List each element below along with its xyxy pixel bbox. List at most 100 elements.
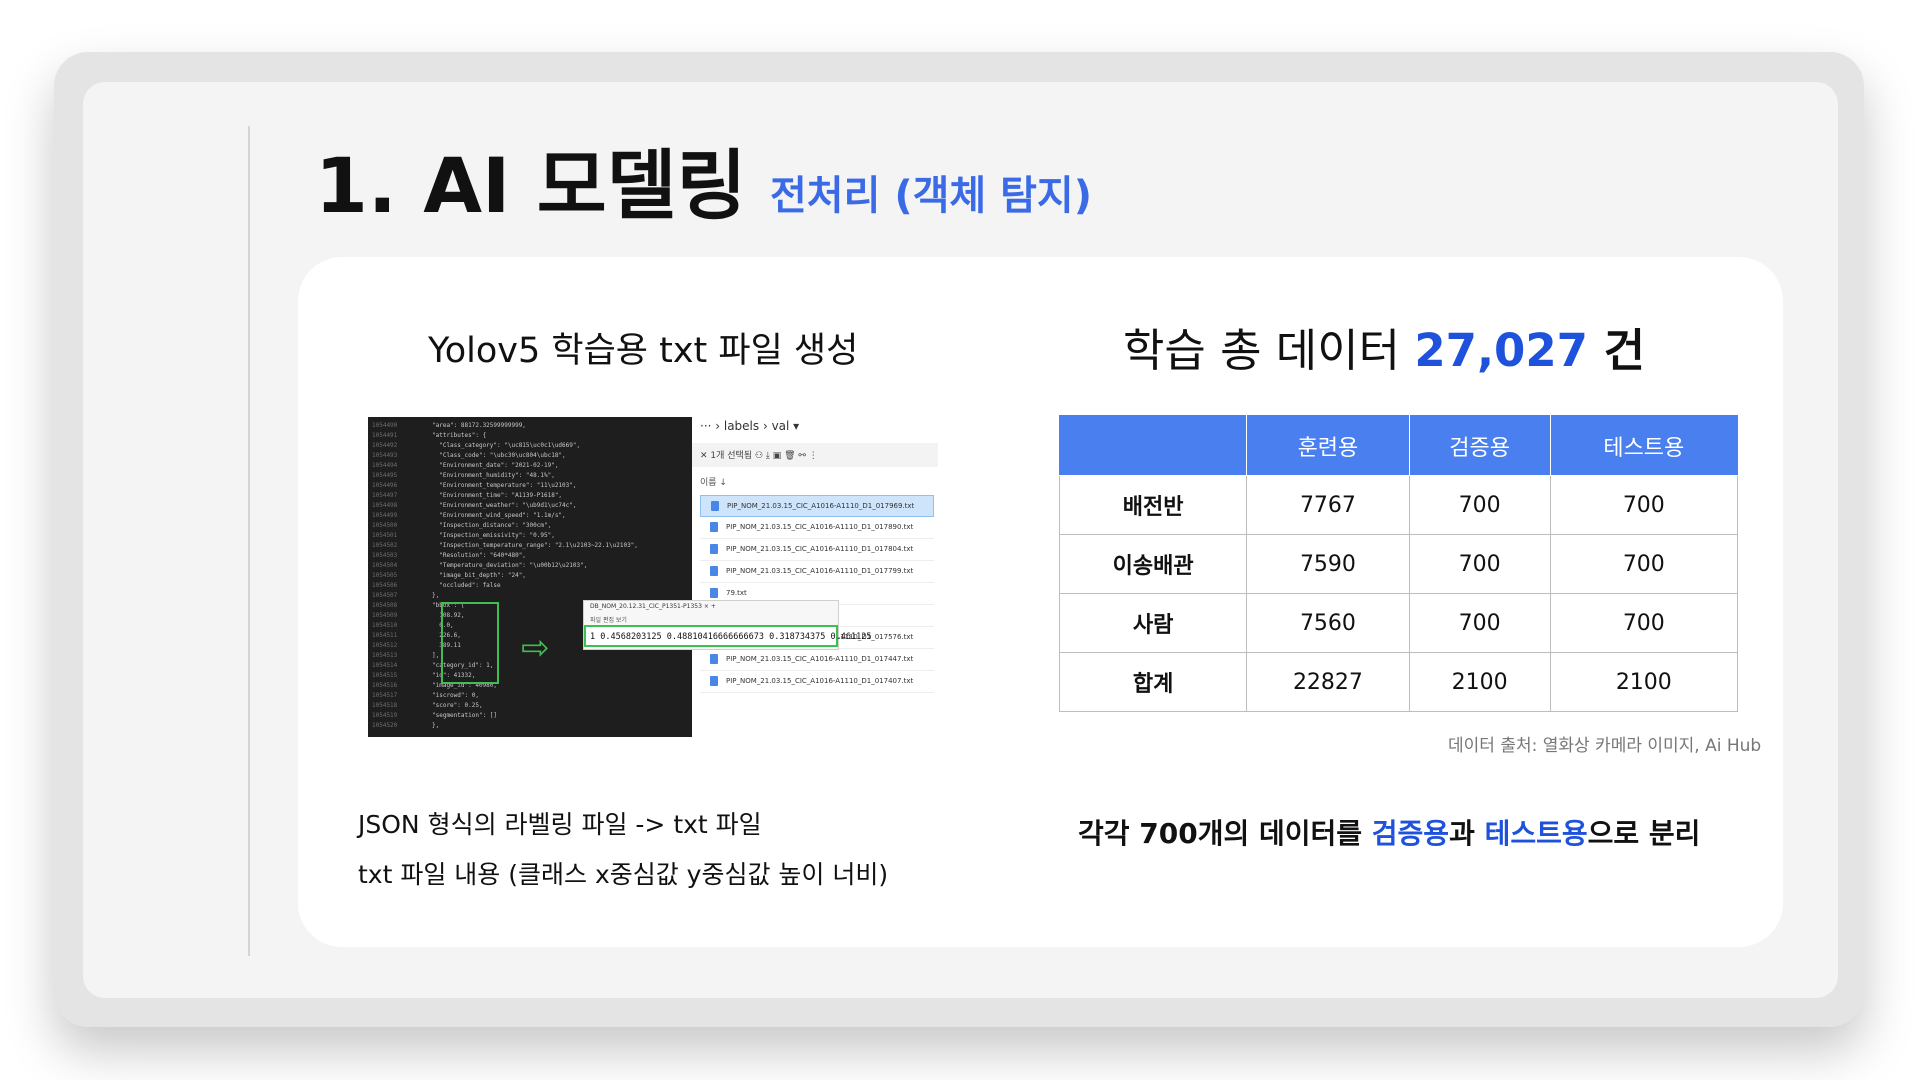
file-list-item[interactable]: PIP_NOM_21.03.15_CIC_A1016-A1110_D1_0179… — [700, 495, 934, 517]
line-number: 1054509 — [372, 612, 398, 619]
code-text: }, — [432, 722, 440, 729]
txt-content: 1 0.4568203125 0.48810416666666673 0.318… — [584, 625, 871, 647]
table-cell: 2100 — [1549, 652, 1739, 712]
table-header-cell: 훈련용 — [1246, 415, 1410, 476]
code-line: 1054492 "Class_category": "\uc815\uc0c1\… — [372, 441, 638, 451]
code-text: "image_bit_depth": "24", — [432, 572, 526, 579]
code-line: 1054496 "Environment_temperature": "11\u… — [372, 481, 638, 491]
label-conversion-screenshot: 1054490 "area": 88172.32599999999, 1054491… — [368, 417, 938, 737]
caption-line-2: txt 파일 내용 (클래스 x중심값 y중심값 높이 너비) — [358, 860, 889, 889]
code-line: 1054494 "Environment_date": "2021-02-19"… — [372, 461, 638, 471]
line-number: 1054510 — [372, 622, 398, 629]
file-list-item[interactable]: PIP_NOM_21.03.15_CIC_A1016-A1110_D1_0174… — [700, 671, 934, 693]
code-text: "Environment_date": "2021-02-19", — [432, 462, 559, 469]
code-line: 1054520}, — [372, 721, 638, 731]
code-line: 1054519 "segmentation": [] — [372, 711, 638, 721]
table-cell: 700 — [1408, 534, 1551, 594]
row-label: 배전반 — [1058, 475, 1248, 535]
row-label: 이송배관 — [1058, 534, 1248, 594]
breadcrumb: ··· › labels › val ▾ — [700, 419, 800, 433]
code-line: 1054497 "Environment_time": "A1139-P1618… — [372, 491, 638, 501]
code-text: "Environment_weather": "\ub9d1\uc74c", — [432, 502, 577, 509]
code-text: "Inspection_temperature_range": "2.1\u21… — [432, 542, 638, 549]
line-number: 1054491 — [372, 432, 398, 439]
divider-line — [248, 126, 250, 956]
caption-text: 각각 700개의 데이터를 — [1078, 817, 1372, 850]
line-number: 1054514 — [372, 662, 398, 669]
line-number: 1054500 — [372, 522, 398, 529]
file-list-item[interactable]: PIP_NOM_21.03.15_CIC_A1016-A1110_D1_0178… — [700, 539, 934, 561]
code-line: 1054499 "Environment_wind_speed": "1.1m/… — [372, 511, 638, 521]
line-number: 1054502 — [372, 542, 398, 549]
code-text: "area": 88172.32599999999, — [432, 422, 526, 429]
code-line: 1054517 "iscrowd": 0, — [372, 691, 638, 701]
line-number: 1054504 — [372, 562, 398, 569]
line-number: 1054513 — [372, 652, 398, 659]
line-number: 1054497 — [372, 492, 398, 499]
code-line: 1054505 "image_bit_depth": "24", — [372, 571, 638, 581]
code-text: "segmentation": [] — [432, 712, 498, 719]
line-number: 1054493 — [372, 452, 398, 459]
line-number: 1054506 — [372, 582, 398, 589]
code-text: "Class_code": "\ubc30\uc804\ubc18", — [432, 452, 566, 459]
total-count: 27,027 — [1414, 324, 1588, 377]
line-number: 1054515 — [372, 672, 398, 679]
table-cell: 700 — [1408, 475, 1551, 535]
line-number: 1054516 — [372, 682, 398, 689]
file-list-item[interactable]: PIP_NOM_21.03.15_CIC_A1016-A1110_D1_0178… — [700, 517, 934, 539]
total-count-unit: 건 — [1587, 324, 1646, 377]
line-number: 1054492 — [372, 442, 398, 449]
line-number: 1054498 — [372, 502, 398, 509]
table-cell: 700 — [1549, 593, 1739, 653]
code-text: "occluded": false — [432, 582, 501, 589]
data-table: 훈련용 검증용 테스트용 배전반 7767 700 700 이송배관 7590 … — [1058, 415, 1739, 712]
row-label: 합계 — [1058, 652, 1248, 712]
code-line: 1054506 "occluded": false — [372, 581, 638, 591]
json-code-lines: 1054490 "area": 88172.32599999999, 1054491… — [372, 421, 638, 731]
code-text: "attributes": { — [432, 432, 487, 439]
line-number: 1054507 — [372, 592, 398, 599]
table-cell: 7560 — [1246, 593, 1410, 653]
table-cell: 7767 — [1246, 475, 1410, 535]
code-line: 1054514 "category_id": 1, — [372, 661, 638, 671]
code-line: 1054516 "image_id": 40980, — [372, 681, 638, 691]
table-header-cell: 검증용 — [1408, 415, 1551, 476]
line-number: 1054499 — [372, 512, 398, 519]
line-number: 1054518 — [372, 702, 398, 709]
line-number: 1054520 — [372, 722, 398, 729]
code-text: "Environment_temperature": "11\u2103", — [432, 482, 577, 489]
file-explorer: ··· › labels › val ▾ ✕ 1개 선택됨 ⚇ ⤓ ▣ 🗑 ⚯ … — [692, 417, 938, 737]
slide-title: 1. AI 모델링 — [315, 141, 747, 230]
table-header-cell — [1058, 415, 1248, 476]
caption-text: 으로 분리 — [1587, 817, 1701, 850]
right-caption: 각각 700개의 데이터를 검증용과 테스트용으로 분리 — [1078, 812, 1700, 852]
code-line: 1054495 "Environment_humidity": "48.1%", — [372, 471, 638, 481]
caption-line-1: JSON 형식의 라벨링 파일 -> txt 파일 — [358, 810, 762, 839]
json-code-view: 1054490 "area": 88172.32599999999, 1054491… — [368, 417, 692, 737]
table-cell: 2100 — [1408, 652, 1551, 712]
notepad-window: DB_NOM_20.12.31_CIC_P1351-P1353 × + 파일 편… — [583, 600, 871, 650]
code-line: 1054501 "Inspection_emissivity": "0.95", — [372, 531, 638, 541]
line-number: 1054501 — [372, 532, 398, 539]
code-line: 1054500 "Inspection_distance": "300cm", — [372, 521, 638, 531]
caption-text: 과 — [1449, 817, 1485, 850]
code-text: }, — [432, 592, 440, 599]
code-line: 1054515 "id": 41332, — [372, 671, 638, 681]
code-text: "Environment_humidity": "48.1%", — [432, 472, 555, 479]
explorer-toolbar: ✕ 1개 선택됨 ⚇ ⤓ ▣ 🗑 ⚯ ⋮ — [692, 443, 938, 467]
line-number: 1054496 — [372, 482, 398, 489]
notepad-tab: DB_NOM_20.12.31_CIC_P1351-P1353 × + — [590, 603, 716, 610]
column-header: 이름 ↓ — [700, 478, 727, 488]
code-line: 1054503 "Resolution": "640*480", — [372, 551, 638, 561]
code-line: 1054502 "Inspection_temperature_range": … — [372, 541, 638, 551]
code-line: 1054504 "Temperature_deviation": "\u00b1… — [372, 561, 638, 571]
line-number: 1054512 — [372, 642, 398, 649]
table-cell: 7590 — [1246, 534, 1410, 594]
code-text: "Inspection_emissivity": "0.95", — [432, 532, 555, 539]
file-list-item[interactable]: PIP_NOM_21.03.15_CIC_A1016-A1110_D1_0174… — [700, 649, 934, 671]
file-list-item[interactable]: PIP_NOM_21.03.15_CIC_A1016-A1110_D1_0177… — [700, 561, 934, 583]
notepad-menu: 파일 편집 보기 — [590, 617, 627, 624]
line-number: 1054503 — [372, 552, 398, 559]
code-text: "score": 0.25, — [432, 702, 483, 709]
code-text: "Class_category": "\uc815\uc0c1\ud669", — [432, 442, 581, 449]
